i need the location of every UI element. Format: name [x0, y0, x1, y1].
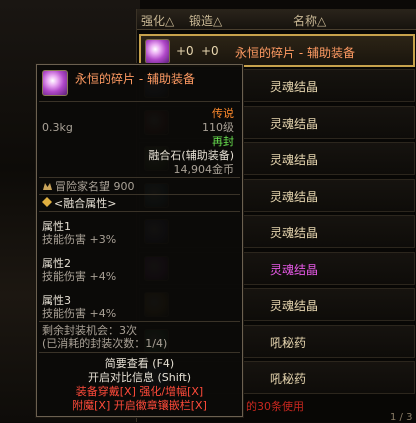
item-level: 110级	[202, 121, 234, 134]
row-item-name: 灵魂结晶	[270, 262, 319, 277]
divider	[39, 321, 240, 322]
item-rarity: 传说	[212, 107, 234, 120]
tooltip-title: 永恒的碎片 - 辅助装备	[75, 72, 195, 86]
fusion-icon	[42, 197, 52, 207]
sort-forge-header[interactable]: 锻造△	[189, 12, 222, 29]
item-price: 14,904金币	[173, 163, 235, 176]
seal-state: 再封	[212, 135, 234, 148]
row-enhance-value: +0	[176, 44, 194, 58]
attr-effect: 技能伤害 +4%	[42, 270, 117, 283]
adventure-fame: 冒险家名望 900	[55, 180, 135, 193]
divider	[39, 101, 240, 102]
adventure-icon	[42, 180, 53, 191]
equip-enhance-actions[interactable]: 装备穿戴[X] 强化/增幅[X]	[37, 385, 242, 398]
divider	[39, 211, 240, 212]
fusion-header: <融合属性>	[54, 197, 117, 210]
footer-text: 的30条使用	[246, 400, 304, 413]
row-item-name: 灵魂结晶	[270, 226, 319, 240]
divider	[39, 194, 240, 195]
row-item-name: 永恒的碎片 - 辅助装备	[235, 46, 355, 60]
sort-enhance-header[interactable]: 强化△	[141, 12, 174, 29]
enchant-emblem-actions[interactable]: 附魔[X] 开启徽章镶嵌栏[X]	[37, 399, 242, 412]
row-item-name: 灵魂结晶	[270, 153, 319, 167]
item-type: 融合石(辅助装备)	[148, 149, 234, 162]
seal-chances: 剩余封装机会：3次	[42, 324, 137, 337]
compare-hint[interactable]: 开启对比信息 (Shift)	[37, 371, 242, 384]
sort-name-header[interactable]: 名称△	[293, 12, 326, 29]
item-icon	[145, 39, 170, 64]
row-item-name: 灵魂结晶	[270, 80, 319, 94]
brief-view-hint[interactable]: 简要查看 (F4)	[37, 357, 242, 370]
row-item-name: 吼秘药	[270, 335, 307, 350]
divider	[39, 352, 240, 353]
page-indicator: 1 / 3	[390, 412, 413, 423]
seal-used: (已消耗的封装次数：1/4)	[42, 337, 168, 350]
attr-effect: 技能伤害 +3%	[42, 233, 117, 246]
row-item-name: 灵魂结晶	[270, 299, 319, 313]
row-item-name: 灵魂结晶	[270, 116, 319, 131]
item-weight: 0.3kg	[42, 121, 73, 134]
list-header: 强化△ 锻造△ 名称△	[137, 9, 416, 30]
item-tooltip: 永恒的碎片 - 辅助装备 0.3kg 传说 110级 再封 融合石(辅助装备) …	[36, 64, 243, 417]
attr-name: 属性3	[42, 294, 71, 307]
row-item-name: 吼秘药	[270, 372, 307, 386]
divider	[39, 177, 240, 178]
attr-name: 属性1	[42, 220, 71, 233]
attr-name: 属性2	[42, 257, 71, 270]
list-row-selected[interactable]: +0 +0 永恒的碎片 - 辅助装备	[139, 34, 415, 67]
fragment-icon	[42, 70, 68, 96]
row-forge-value: +0	[201, 44, 219, 58]
row-item-name: 灵魂结晶	[270, 189, 319, 204]
attr-effect: 技能伤害 +4%	[42, 307, 117, 320]
